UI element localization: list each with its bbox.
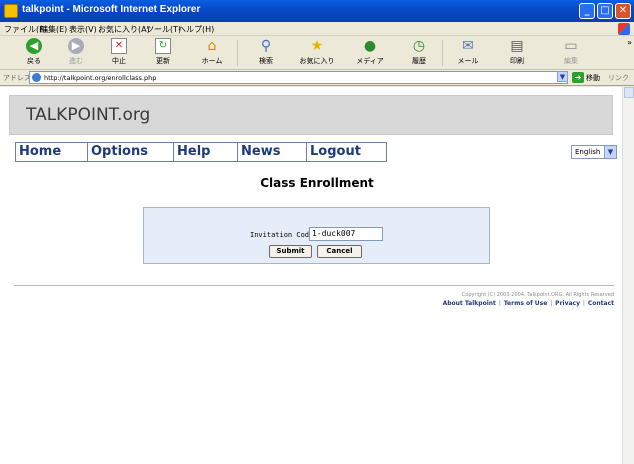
nav-link-home[interactable]: Home — [16, 143, 87, 161]
close-button[interactable]: ✕ — [615, 3, 631, 19]
menu-edit[interactable]: 編集(E) — [40, 24, 67, 35]
home-button[interactable]: ⌂ ホーム — [192, 38, 232, 68]
search-icon: ⚲ — [260, 38, 272, 54]
page-icon — [32, 73, 41, 82]
language-value: English — [575, 148, 601, 156]
menu-tools[interactable]: ツール(T) — [146, 24, 181, 35]
nav-item-logout[interactable]: Logout — [306, 142, 387, 162]
copyright-text: Copyright (C) 2003-2004, Talkpoint.ORG. … — [461, 292, 614, 298]
address-bar: アドレス(D) http://talkpoint.org/enrollclass… — [0, 70, 634, 86]
media-icon: ● — [363, 38, 377, 54]
printer-icon: ▤ — [510, 38, 524, 54]
site-banner: TALKPOINT.org — [9, 95, 613, 135]
footer-divider — [14, 285, 614, 286]
vertical-scrollbar[interactable] — [622, 87, 634, 464]
history-icon: ◷ — [412, 38, 426, 54]
home-icon: ⌂ — [207, 38, 217, 54]
forward-arrow-icon: ▶ — [68, 38, 84, 54]
menu-bar: ファイル(F) 編集(E) 表示(V) お気に入り(A) ツール(T) ヘルプ(… — [0, 22, 634, 36]
footer-link-terms[interactable]: Terms of Use — [504, 300, 548, 307]
favorites-button[interactable]: ★ お気に入り — [297, 38, 337, 68]
links-button[interactable]: リンク — [608, 73, 629, 83]
language-select[interactable]: English ▼ — [571, 145, 617, 159]
edit-button[interactable]: ▭ 編集 — [551, 38, 591, 68]
browser-toolbar: ◀ 戻る ▶ 進む ✕ 中止 ↻ 更新 ⌂ ホーム ⚲ 検索 ★ お気に入り ●… — [0, 36, 634, 70]
stop-button[interactable]: ✕ 中止 — [99, 38, 139, 68]
windows-logo-icon — [618, 23, 630, 35]
mail-button[interactable]: ✉ メール — [448, 38, 488, 68]
refresh-icon: ↻ — [155, 38, 171, 54]
footer-link-privacy[interactable]: Privacy — [555, 300, 580, 307]
refresh-button[interactable]: ↻ 更新 — [143, 38, 183, 68]
go-arrow-icon[interactable]: ➔ — [572, 72, 584, 83]
nav-item-home[interactable]: Home — [15, 142, 88, 162]
ie-app-icon — [4, 4, 18, 18]
edit-icon: ▭ — [564, 38, 578, 54]
back-arrow-icon: ◀ — [26, 38, 42, 54]
history-button[interactable]: ◷ 履歴 — [399, 38, 439, 68]
chevron-down-icon[interactable]: ▼ — [604, 146, 616, 158]
site-navbar: Home Options Help News Logout English ▼ — [15, 142, 617, 162]
media-button[interactable]: ● メディア — [350, 38, 390, 68]
scroll-up-button[interactable] — [624, 87, 634, 98]
minimize-button[interactable]: _ — [579, 3, 595, 19]
maximize-button[interactable]: □ — [597, 3, 613, 19]
invitation-code-input[interactable]: 1-duck007 — [309, 227, 383, 241]
toolbar-separator — [237, 40, 238, 66]
favorites-star-icon: ★ — [310, 38, 324, 54]
toolbar-chevron-icon[interactable]: » — [627, 38, 632, 47]
invitation-code-label: Invitation Code: — [250, 231, 318, 239]
enrollment-form: Invitation Code: 1-duck007 Submit Cancel — [143, 207, 490, 264]
address-url: http://talkpoint.org/enrollclass.php — [44, 74, 157, 82]
window-title: talkpoint - Microsoft Internet Explorer — [22, 4, 201, 15]
nav-item-news[interactable]: News — [237, 142, 307, 162]
menu-help[interactable]: ヘルプ(H) — [178, 24, 214, 35]
nav-link-options[interactable]: Options — [88, 143, 173, 161]
nav-link-help[interactable]: Help — [174, 143, 237, 161]
address-input[interactable]: http://talkpoint.org/enrollclass.php — [29, 71, 568, 84]
forward-button[interactable]: ▶ 進む — [56, 38, 96, 68]
submit-button[interactable]: Submit — [269, 245, 312, 258]
print-button[interactable]: ▤ 印刷 — [497, 38, 537, 68]
page-viewport: TALKPOINT.org Home Options Help News Log… — [0, 87, 622, 464]
search-button[interactable]: ⚲ 検索 — [246, 38, 286, 68]
stop-icon: ✕ — [111, 38, 127, 54]
toolbar-separator — [442, 40, 443, 66]
nav-link-logout[interactable]: Logout — [307, 143, 386, 161]
nav-item-options[interactable]: Options — [87, 142, 174, 162]
go-button[interactable]: 移動 — [586, 73, 600, 83]
address-dropdown-icon[interactable]: ▼ — [557, 71, 568, 82]
footer-links: About Talkpoint | Terms of Use | Privacy… — [442, 300, 614, 307]
menu-favorites[interactable]: お気に入り(A) — [98, 24, 150, 35]
page-title: Class Enrollment — [260, 176, 374, 190]
menu-view[interactable]: 表示(V) — [69, 24, 97, 35]
site-brand: TALKPOINT.org — [26, 105, 151, 125]
footer-link-about[interactable]: About Talkpoint — [443, 300, 496, 307]
mail-icon: ✉ — [462, 38, 474, 54]
cancel-button[interactable]: Cancel — [317, 245, 362, 258]
nav-item-help[interactable]: Help — [173, 142, 238, 162]
footer-link-contact[interactable]: Contact — [588, 300, 614, 307]
nav-link-news[interactable]: News — [238, 143, 306, 161]
window-title-bar: talkpoint - Microsoft Internet Explorer … — [0, 0, 634, 22]
back-button[interactable]: ◀ 戻る — [14, 38, 54, 68]
